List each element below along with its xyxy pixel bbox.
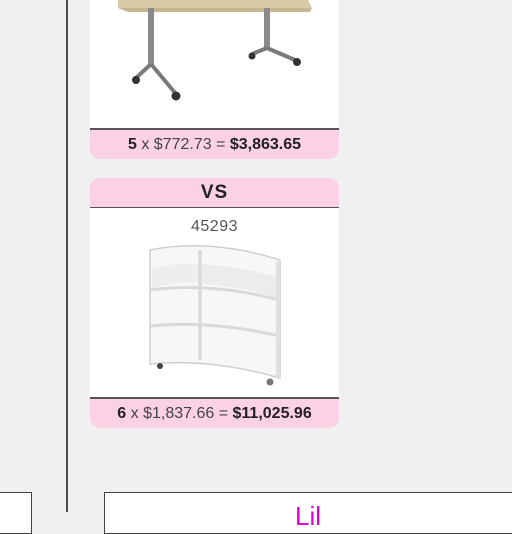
total-price: $11,025.96 — [232, 405, 312, 422]
quantity-value: 6 — [117, 405, 127, 422]
bottom-panel-heading: Lil — [295, 501, 322, 531]
unit-price: $772.73 — [153, 136, 212, 153]
price-summary: 6 x $1,837.66 = $11,025.96 — [90, 397, 339, 428]
multiply-sign: x — [141, 136, 150, 153]
equals-sign: = — [216, 136, 226, 153]
left-panel-edge — [0, 492, 32, 534]
total-price: $3,863.65 — [229, 136, 302, 153]
shelving-image — [149, 245, 281, 386]
quantity-value: 5 — [127, 136, 137, 153]
product-image-shelving: 45293 — [90, 208, 339, 393]
equals-sign: = — [218, 405, 229, 422]
vs-header: VS — [90, 178, 339, 209]
price-summary: 5 x $772.73 = $3,863.65 — [90, 128, 339, 159]
unit-price: $1,837.66 — [143, 405, 215, 422]
product-card-table: 5 x $772.73 = $3,863.65 — [90, 0, 339, 159]
bottom-panel: Lil — [104, 492, 512, 534]
column-divider — [66, 0, 68, 512]
table-image — [112, 0, 312, 110]
product-card-shelving: VS 45293 6 x $1,837.66 = $11,025.96 — [90, 178, 339, 428]
product-image-table — [90, 0, 339, 118]
multiply-sign: x — [130, 405, 139, 422]
